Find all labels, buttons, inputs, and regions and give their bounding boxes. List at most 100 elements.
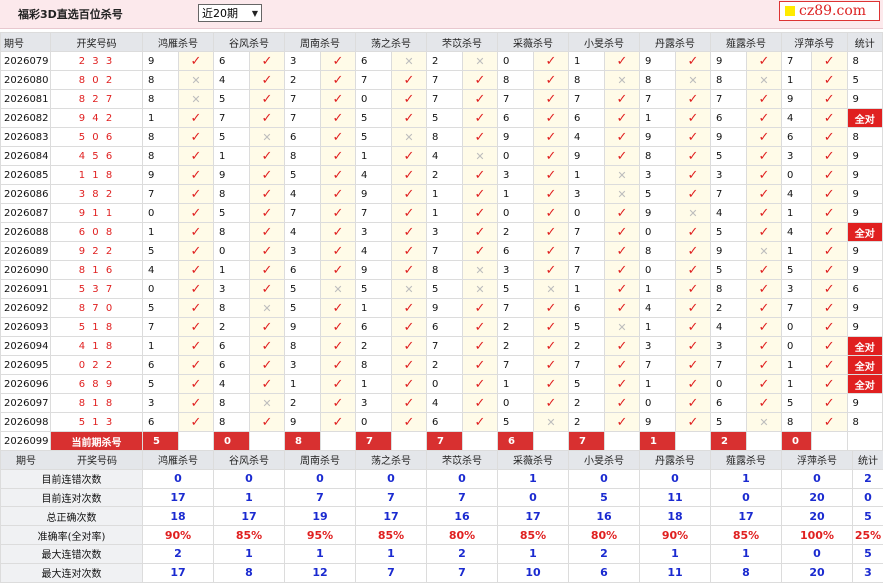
stats-value: 17: [355, 506, 427, 527]
kill-number-cell: 7: [568, 241, 605, 261]
check-icon: ✓: [474, 205, 486, 221]
current-blank-cell: [746, 431, 782, 451]
mark-cell: ✓: [320, 374, 356, 394]
count-cell: 9: [846, 393, 883, 413]
check-icon: ✓: [545, 186, 557, 202]
check-icon: ✓: [261, 281, 273, 297]
kill-number-cell: 2: [426, 355, 463, 375]
kill-number-cell: 0: [568, 203, 605, 223]
mark-cell: ✓: [320, 317, 356, 337]
mark-cell: ✓: [675, 298, 711, 318]
stats-total: 25%: [852, 525, 883, 545]
check-icon: ✓: [758, 205, 770, 221]
check-icon: ✓: [823, 72, 835, 88]
current-kill-number: 1: [639, 431, 676, 451]
kill-number-cell: 3: [284, 241, 321, 261]
stats-header-expert-9: 浮萍杀号: [781, 450, 853, 470]
mark-cell: ✓: [249, 336, 285, 356]
kill-number-cell: 4: [781, 222, 812, 242]
mark-cell: ✓: [604, 203, 640, 223]
stats-value: 19: [284, 506, 356, 527]
count-cell: 9: [846, 203, 883, 223]
stats-value: 85%: [355, 525, 427, 545]
mark-cell: ✓: [604, 298, 640, 318]
kill-number-cell: 5: [781, 260, 812, 280]
kill-number-cell: 2: [568, 336, 605, 356]
mark-cell: ✓: [178, 51, 214, 71]
count-cell: 8: [846, 127, 883, 147]
kill-number-cell: 9: [639, 127, 676, 147]
check-icon: ✓: [261, 357, 273, 373]
kill-number-cell: 0: [781, 317, 812, 337]
kill-number-cell: 7: [568, 222, 605, 242]
check-icon: ✓: [758, 319, 770, 335]
kill-number-cell: 7: [142, 317, 179, 337]
check-icon: ✓: [261, 72, 273, 88]
check-icon: ✓: [823, 262, 835, 278]
kill-number-cell: 7: [426, 241, 463, 261]
kill-number-cell: 2: [568, 393, 605, 413]
mark-cell: ✓: [533, 146, 569, 166]
mark-cell: ✓: [675, 317, 711, 337]
mark-cell: ✓: [604, 51, 640, 71]
mark-cell: ✓: [249, 317, 285, 337]
mark-cell: ✓: [811, 184, 848, 204]
mark-cell: ✓: [462, 127, 498, 147]
current-kill-number: 7: [426, 431, 463, 451]
kill-number-cell: 0: [426, 374, 463, 394]
check-icon: ✓: [474, 395, 486, 411]
check-icon: ✓: [545, 72, 557, 88]
check-icon: ✓: [758, 395, 770, 411]
kill-number-cell: 3: [781, 279, 812, 299]
mark-cell: ✕: [604, 70, 640, 90]
check-icon: ✓: [332, 376, 344, 392]
check-icon: ✓: [332, 186, 344, 202]
check-icon: ✓: [823, 319, 835, 335]
stats-row: 最大连错次数 2 1 1 1 2 1 2 1 1 0 5: [0, 543, 883, 564]
check-icon: ✓: [823, 414, 835, 430]
kill-number-cell: 0: [142, 203, 179, 223]
current-blank-cell: [811, 431, 848, 451]
kill-number-cell: 0: [355, 89, 392, 109]
kill-number-cell: 9: [710, 127, 747, 147]
stats-header-expert-3: 荡之杀号: [355, 450, 427, 470]
kill-number-cell: 0: [639, 222, 676, 242]
current-kill-number: 0: [781, 431, 812, 451]
draw-number-cell: 8 1 6: [50, 260, 143, 280]
kill-number-cell: 3: [284, 355, 321, 375]
stats-header-expert-7: 丹露杀号: [639, 450, 711, 470]
kill-number-cell: 7: [710, 184, 747, 204]
header-expert-0: 鸿雁杀号: [142, 32, 214, 52]
kill-number-cell: 1: [284, 374, 321, 394]
mark-cell: ✓: [604, 336, 640, 356]
mark-cell: ✓: [604, 260, 640, 280]
check-icon: ✓: [474, 357, 486, 373]
kill-number-cell: 4: [781, 184, 812, 204]
mark-cell: ✓: [320, 260, 356, 280]
stats-total: 5: [852, 506, 883, 527]
kill-number-cell: 8: [781, 412, 812, 432]
check-icon: ✓: [261, 224, 273, 240]
stats-value: 17: [213, 506, 285, 527]
period-select[interactable]: 近20期 ▼: [198, 4, 262, 22]
issue-cell: 2026079: [0, 51, 51, 71]
period-select-value: 近20期: [202, 7, 238, 20]
mark-cell: ✓: [675, 355, 711, 375]
check-icon: ✓: [332, 357, 344, 373]
stats-row: 最大连对次数 17 8 12 7 7 10 6 11 8 20 3: [0, 562, 883, 583]
kill-number-cell: 1: [568, 165, 605, 185]
mark-cell: ✓: [675, 279, 711, 299]
stats-value: 1: [284, 543, 356, 564]
check-icon: ✓: [403, 414, 415, 430]
check-icon: ✓: [823, 357, 835, 373]
cross-icon: ✕: [617, 320, 627, 334]
kill-number-cell: 9: [710, 51, 747, 71]
count-cell: 全对: [846, 374, 883, 394]
kill-number-cell: 8: [568, 70, 605, 90]
kill-number-cell: 3: [142, 393, 179, 413]
mark-cell: ✓: [391, 412, 427, 432]
kill-number-cell: 1: [355, 146, 392, 166]
brand-logo[interactable]: cz89.com: [779, 1, 880, 21]
stats-value: 1: [639, 543, 711, 564]
count-cell: 9: [846, 184, 883, 204]
